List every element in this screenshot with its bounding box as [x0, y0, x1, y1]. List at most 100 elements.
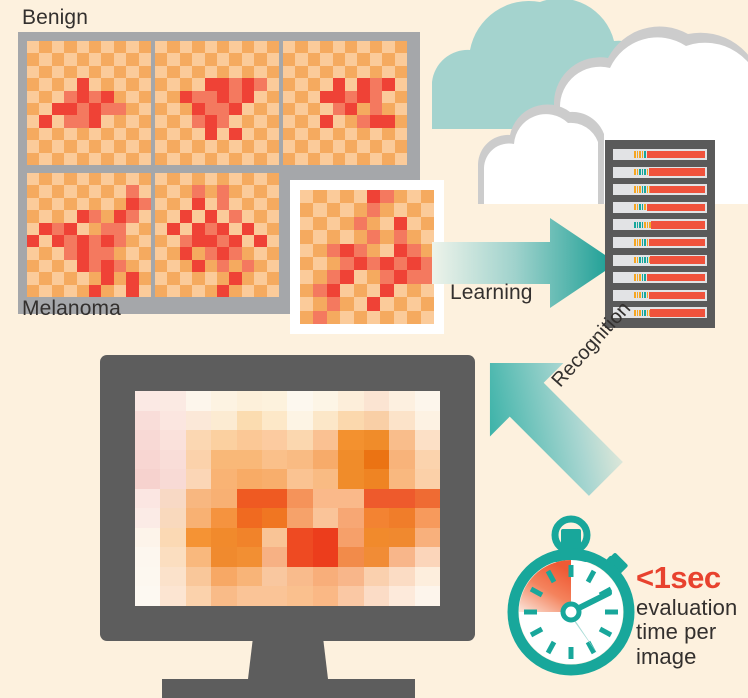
pixel [88, 115, 102, 128]
pixel [254, 197, 267, 211]
pixel [366, 203, 381, 217]
pixel [241, 234, 255, 248]
blade-led-strip [634, 309, 651, 317]
pixel [407, 256, 421, 271]
heatmap-pixel [135, 449, 161, 470]
pixel [229, 115, 242, 128]
pixel [155, 272, 168, 285]
pixel [313, 230, 327, 244]
pixel [382, 65, 395, 79]
heatmap-pixel [262, 547, 288, 567]
pixel [313, 216, 327, 231]
sample-melanoma-2[interactable] [155, 173, 283, 305]
led-indicator [644, 274, 646, 281]
pixel [380, 243, 394, 257]
heatmap-pixel [389, 527, 415, 548]
pixel [229, 272, 242, 285]
pixel [51, 65, 65, 79]
pixel [357, 53, 370, 66]
pixel [167, 284, 180, 297]
server-blade [613, 289, 707, 301]
heatmap-pixel [389, 547, 415, 567]
pixel [76, 210, 89, 223]
pixel [64, 152, 77, 165]
pixel [266, 115, 279, 128]
pixel [393, 256, 408, 271]
sample-melanoma-1[interactable] [27, 173, 155, 305]
pixel [340, 203, 354, 217]
pixel [88, 234, 102, 248]
pixel [155, 185, 168, 198]
led-indicator [634, 168, 636, 176]
pixel [192, 127, 205, 141]
heatmap-pixel [389, 469, 415, 489]
heatmap-pixel [414, 469, 440, 489]
pixel [39, 127, 52, 141]
pixel [380, 310, 394, 324]
computer-monitor[interactable] [100, 355, 475, 698]
pixel [64, 41, 77, 54]
pixel [229, 210, 242, 223]
heatmap-pixel [389, 488, 415, 509]
pixel [340, 310, 354, 324]
pixel [366, 310, 381, 324]
pixel [407, 297, 421, 311]
pixel [393, 203, 408, 217]
pixel [332, 127, 345, 141]
pixel [64, 78, 77, 91]
pixel [204, 222, 217, 235]
pixel [64, 65, 77, 79]
pixel [216, 247, 230, 260]
pixel [320, 102, 333, 116]
pixel [167, 140, 180, 153]
pixel [76, 53, 89, 66]
pixel [380, 297, 394, 311]
pixel [204, 78, 217, 91]
pixel [300, 283, 314, 298]
pixel [344, 127, 358, 141]
heatmap-pixel [338, 547, 364, 567]
pixel [179, 152, 193, 165]
led-indicator [636, 186, 638, 193]
heatmap-pixel [236, 508, 263, 528]
pixel [192, 185, 205, 198]
pixel [300, 190, 314, 204]
pixel [51, 127, 65, 141]
pixel [307, 152, 321, 165]
pixel [64, 127, 77, 141]
pixel [113, 78, 127, 91]
featured-sample-tile[interactable] [290, 180, 444, 334]
pixel [155, 197, 168, 211]
pixel [27, 41, 40, 54]
pixel [101, 127, 114, 141]
heatmap-pixel [312, 391, 339, 411]
sample-benign-2[interactable] [155, 41, 283, 173]
heatmap-pixel [287, 586, 313, 606]
pixel [254, 173, 267, 186]
pixel [254, 210, 267, 223]
led-indicator [634, 221, 636, 229]
heatmap-pixel [135, 586, 161, 606]
pixel [126, 41, 139, 54]
heatmap-pixel [211, 586, 237, 606]
sample-benign-3[interactable] [283, 41, 411, 173]
pixel [216, 185, 230, 198]
pixel [393, 283, 408, 298]
pixel [101, 152, 114, 165]
pixel [353, 297, 367, 311]
pixel [380, 203, 394, 217]
pixel [76, 140, 89, 153]
pixel [138, 78, 151, 91]
heatmap-pixel [135, 488, 161, 509]
heatmap-pixel [185, 527, 212, 548]
sample-benign-1[interactable] [27, 41, 155, 173]
pixel [138, 247, 151, 260]
pixel [113, 102, 127, 116]
pixel [113, 152, 127, 165]
pixel [229, 90, 242, 103]
pixel [344, 115, 358, 128]
pixel [266, 222, 279, 235]
pixel [394, 140, 407, 153]
pixel [138, 41, 151, 54]
pixel [394, 152, 407, 165]
